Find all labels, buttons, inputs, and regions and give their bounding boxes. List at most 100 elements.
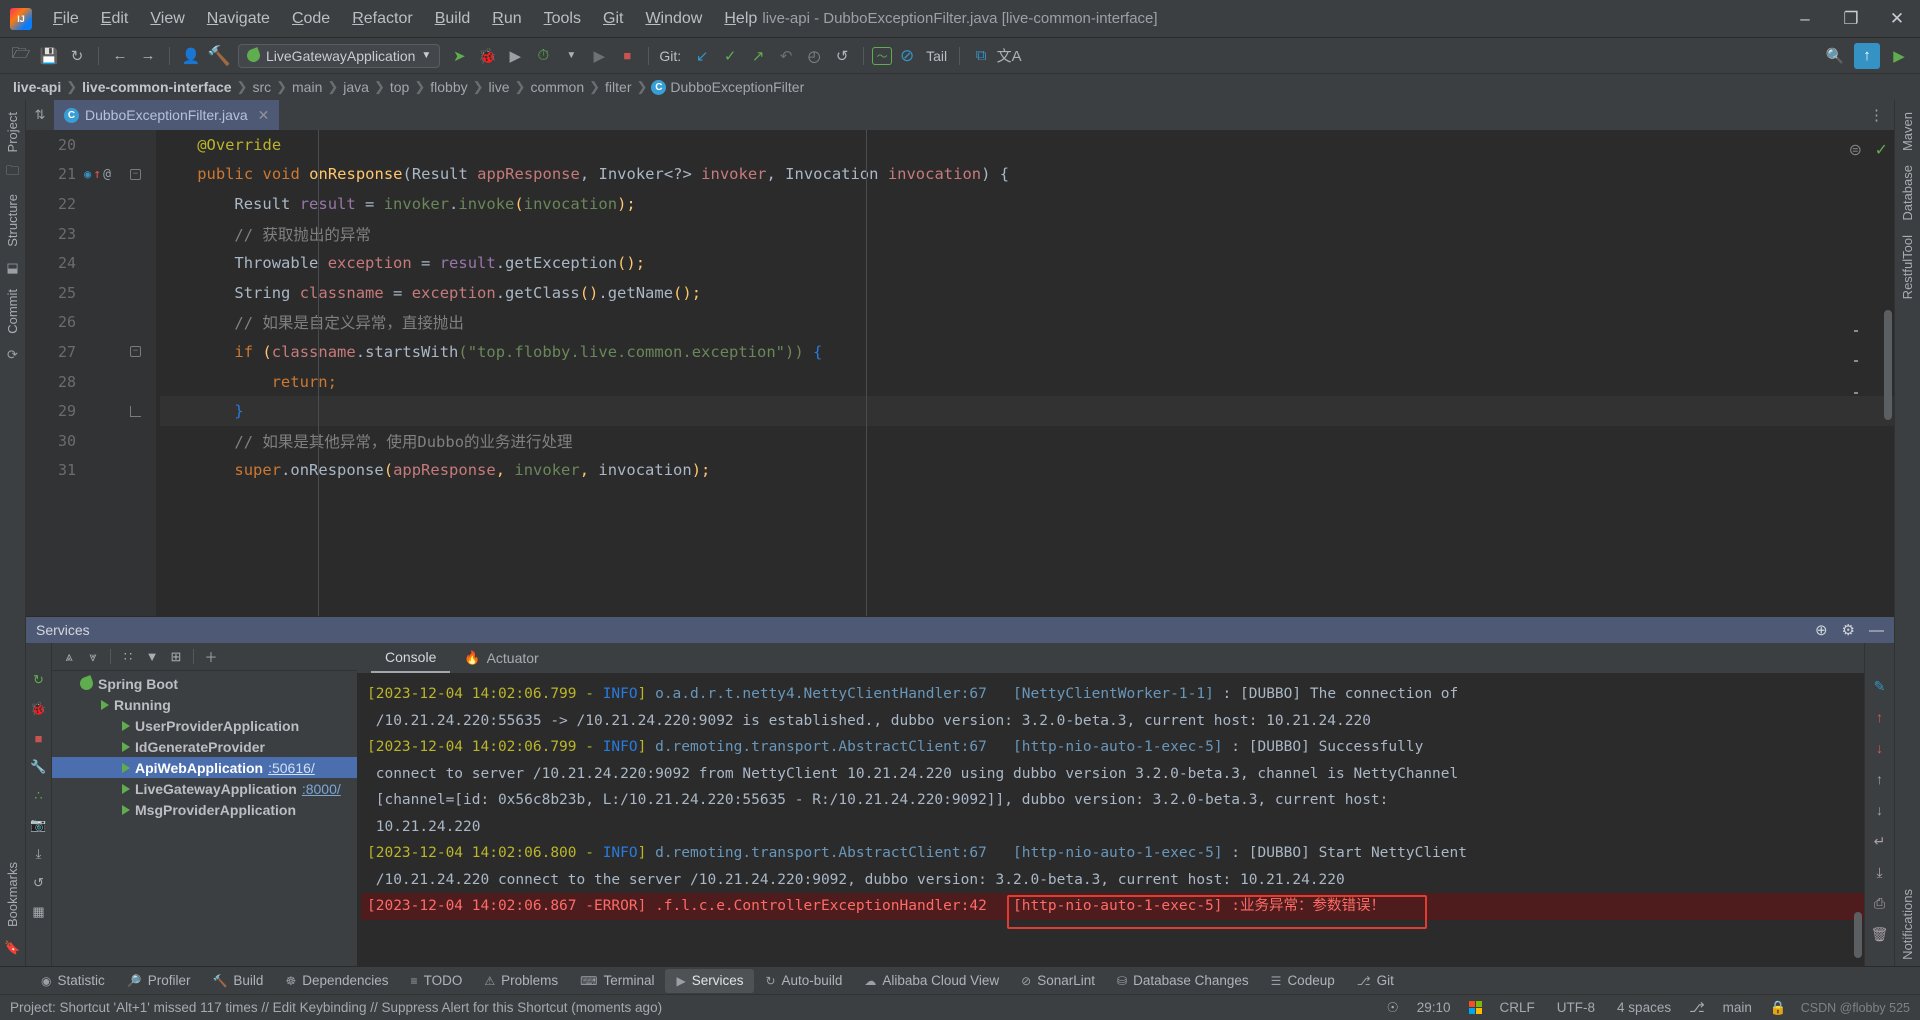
open-project-icon[interactable]: 🗁: [8, 43, 34, 69]
tool-window-sonarlint[interactable]: ⊘ SonarLint: [1010, 969, 1106, 993]
editor-vertical-scrollbar[interactable]: [1884, 310, 1892, 420]
tool-window-problems[interactable]: ⚠ Problems: [473, 969, 569, 993]
add-service-icon[interactable]: ＋: [200, 646, 222, 668]
code-line-27[interactable]: if (classname .startsWith("top.flobby.liv…: [160, 337, 1894, 367]
stop-icon[interactable]: ■: [614, 43, 640, 69]
code-line-24[interactable]: Throwable exception = result .getExceptio…: [160, 248, 1894, 278]
fold-end-icon[interactable]: [130, 406, 141, 417]
sidebar-item-bookmarks[interactable]: Bookmarks: [2, 856, 23, 933]
menu-item-navigate[interactable]: Navigate: [196, 6, 281, 32]
refresh-icon[interactable]: ↺: [30, 874, 48, 892]
breadcrumb-item-common[interactable]: common: [525, 79, 589, 95]
breadcrumb-item-live-api[interactable]: live-api: [8, 79, 66, 95]
chevron-down-icon[interactable]: ⱟ: [63, 678, 75, 690]
help-icon[interactable]: ⊕: [1815, 621, 1828, 639]
tool-window-profiler[interactable]: 🔎 Profiler: [116, 969, 202, 993]
minimize-panel-icon[interactable]: —: [1869, 622, 1884, 639]
gutter-line-27[interactable]: 27−: [26, 337, 156, 367]
navigate-forward-icon[interactable]: →: [135, 43, 161, 69]
breadcrumb-item-flobby[interactable]: flobby: [425, 79, 472, 95]
editor-options-icon[interactable]: ⋮: [1869, 100, 1894, 130]
fold-region-icon[interactable]: −: [130, 169, 141, 180]
folder-icon[interactable]: 🗀: [3, 163, 23, 183]
sync-icon[interactable]: ↻: [64, 43, 90, 69]
menu-item-code[interactable]: Code: [281, 6, 341, 32]
collapse-all-icon[interactable]: ⩔: [82, 646, 104, 668]
rerun-icon[interactable]: ↻: [30, 671, 48, 689]
code-line-25[interactable]: String classname = exception .getClass().…: [160, 278, 1894, 308]
scroll-up-icon[interactable]: ↑: [1871, 770, 1889, 788]
service-tree-item-livegatewayapplication[interactable]: LiveGatewayApplication:8000/: [52, 778, 357, 799]
expand-all-icon[interactable]: ⩓: [58, 646, 80, 668]
print-icon[interactable]: ⎙: [1871, 894, 1889, 912]
run-icon[interactable]: ➤: [446, 43, 472, 69]
tool-window-database-changes[interactable]: ⛁ Database Changes: [1106, 969, 1260, 993]
tool-window-auto-build[interactable]: ↻ Auto-build: [754, 969, 853, 993]
tool-window-terminal[interactable]: ⌨ Terminal: [569, 969, 665, 993]
debug-icon[interactable]: 🐞: [30, 700, 48, 718]
override-method-icon[interactable]: ◉: [84, 167, 91, 181]
search-icon[interactable]: 🔍: [1822, 43, 1848, 69]
breadcrumb-item-java[interactable]: java: [338, 79, 374, 95]
service-tree-item-idgenerateprovider[interactable]: IdGenerateProvider: [52, 736, 357, 757]
code-editor[interactable]: 20 21 ◉ ↑ @ −22 23 24 25 26 27−28 29 30 31 @Override p…: [26, 130, 1894, 616]
up-error-icon[interactable]: ↑: [1871, 708, 1889, 726]
code-line-29[interactable]: }: [160, 396, 1894, 426]
copy-icon[interactable]: ⧉: [968, 43, 994, 69]
code-content[interactable]: @Override public void onResponse(Result a…: [156, 130, 1894, 616]
tab-actuator[interactable]: 🔥 Actuator: [450, 643, 552, 673]
code-line-20[interactable]: @Override: [160, 130, 1894, 160]
menu-item-tools[interactable]: Tools: [533, 6, 592, 32]
menu-item-run[interactable]: Run: [481, 6, 532, 32]
git-revert-icon[interactable]: ↺: [829, 43, 855, 69]
services-tree[interactable]: ⱟ Spring Boot ⱟ Running UserProviderApplicat…: [52, 671, 357, 966]
service-tree-item-userproviderapplication[interactable]: UserProviderApplication: [52, 715, 357, 736]
tool-window-statistic[interactable]: ◉ Statistic: [30, 969, 116, 993]
fold-region-icon[interactable]: −: [130, 346, 141, 357]
down-error-icon[interactable]: ↓: [1871, 739, 1889, 757]
close-button[interactable]: ✕: [1874, 0, 1920, 38]
menu-item-git[interactable]: Git: [592, 6, 634, 32]
gutter-line-21[interactable]: 21 ◉ ↑ @ −: [26, 160, 156, 190]
soft-wrap-icon[interactable]: ↵: [1871, 832, 1889, 850]
breadcrumb-item-main[interactable]: main: [287, 79, 327, 95]
service-port-link[interactable]: :50616/: [268, 760, 315, 776]
breadcrumb-item-live-common-interface[interactable]: live-common-interface: [77, 79, 236, 95]
profile-icon[interactable]: 👤: [178, 43, 204, 69]
inspect-icon[interactable]: ☉: [1387, 1000, 1399, 1016]
arrow-up-icon[interactable]: ↑: [93, 167, 101, 182]
sidebar-item-maven[interactable]: Maven: [1897, 106, 1918, 157]
tool-window-dependencies[interactable]: ☸ Dependencies: [274, 969, 399, 993]
console-output[interactable]: [2023-12-04 14:02:06.799 - INFO] o.a.d.r…: [357, 673, 1864, 966]
breadcrumb-item-filter[interactable]: filter: [600, 79, 636, 95]
tool-window-codeup[interactable]: ☰ Codeup: [1260, 969, 1346, 993]
tab-list-icon[interactable]: ⇅: [26, 100, 54, 130]
run-configuration-selector[interactable]: LiveGatewayApplication ▼: [238, 44, 440, 68]
service-tree-item-apiwebapplication[interactable]: ApiWebApplication:50616/: [52, 757, 357, 778]
export-icon[interactable]: ⤓: [30, 845, 48, 863]
git-push-icon[interactable]: ↗: [745, 43, 771, 69]
edit-icon[interactable]: ✎: [1871, 677, 1889, 695]
breadcrumb[interactable]: live-api ❯ live-common-interface ❯ src ❯ main ❯…: [0, 74, 1920, 100]
play-disabled-icon[interactable]: ▶: [586, 43, 612, 69]
menu-item-file[interactable]: File: [42, 6, 90, 32]
save-all-icon[interactable]: 💾: [36, 43, 62, 69]
lock-icon[interactable]: 🔒: [1770, 1000, 1787, 1016]
run-anything-icon[interactable]: ▶: [1886, 43, 1912, 69]
gutter-line-28[interactable]: 28: [26, 367, 156, 397]
stop-icon[interactable]: ■: [30, 729, 48, 747]
code-line-21[interactable]: public void onResponse(Result appRespons…: [160, 160, 1894, 190]
inspection-widget-icon[interactable]: ⊜: [1849, 140, 1862, 160]
service-tree-item-msgproviderapplication[interactable]: MsgProviderApplication: [52, 799, 357, 820]
git-history-icon[interactable]: ◴: [801, 43, 827, 69]
menu-item-edit[interactable]: Edit: [90, 6, 140, 32]
clear-all-icon[interactable]: 🗑: [1871, 925, 1889, 943]
git-branch[interactable]: main: [1719, 1000, 1756, 1015]
scroll-down-icon[interactable]: ↓: [1871, 801, 1889, 819]
bookmark-icon[interactable]: 🔖: [3, 938, 23, 958]
service-port-link[interactable]: :8000/: [302, 781, 341, 797]
code-line-28[interactable]: return;: [160, 367, 1894, 397]
sidebar-item-notifications[interactable]: Notifications: [1897, 883, 1918, 966]
tool-window-services[interactable]: ▶ Services: [665, 969, 754, 993]
annotation-icon[interactable]: @: [103, 167, 111, 182]
